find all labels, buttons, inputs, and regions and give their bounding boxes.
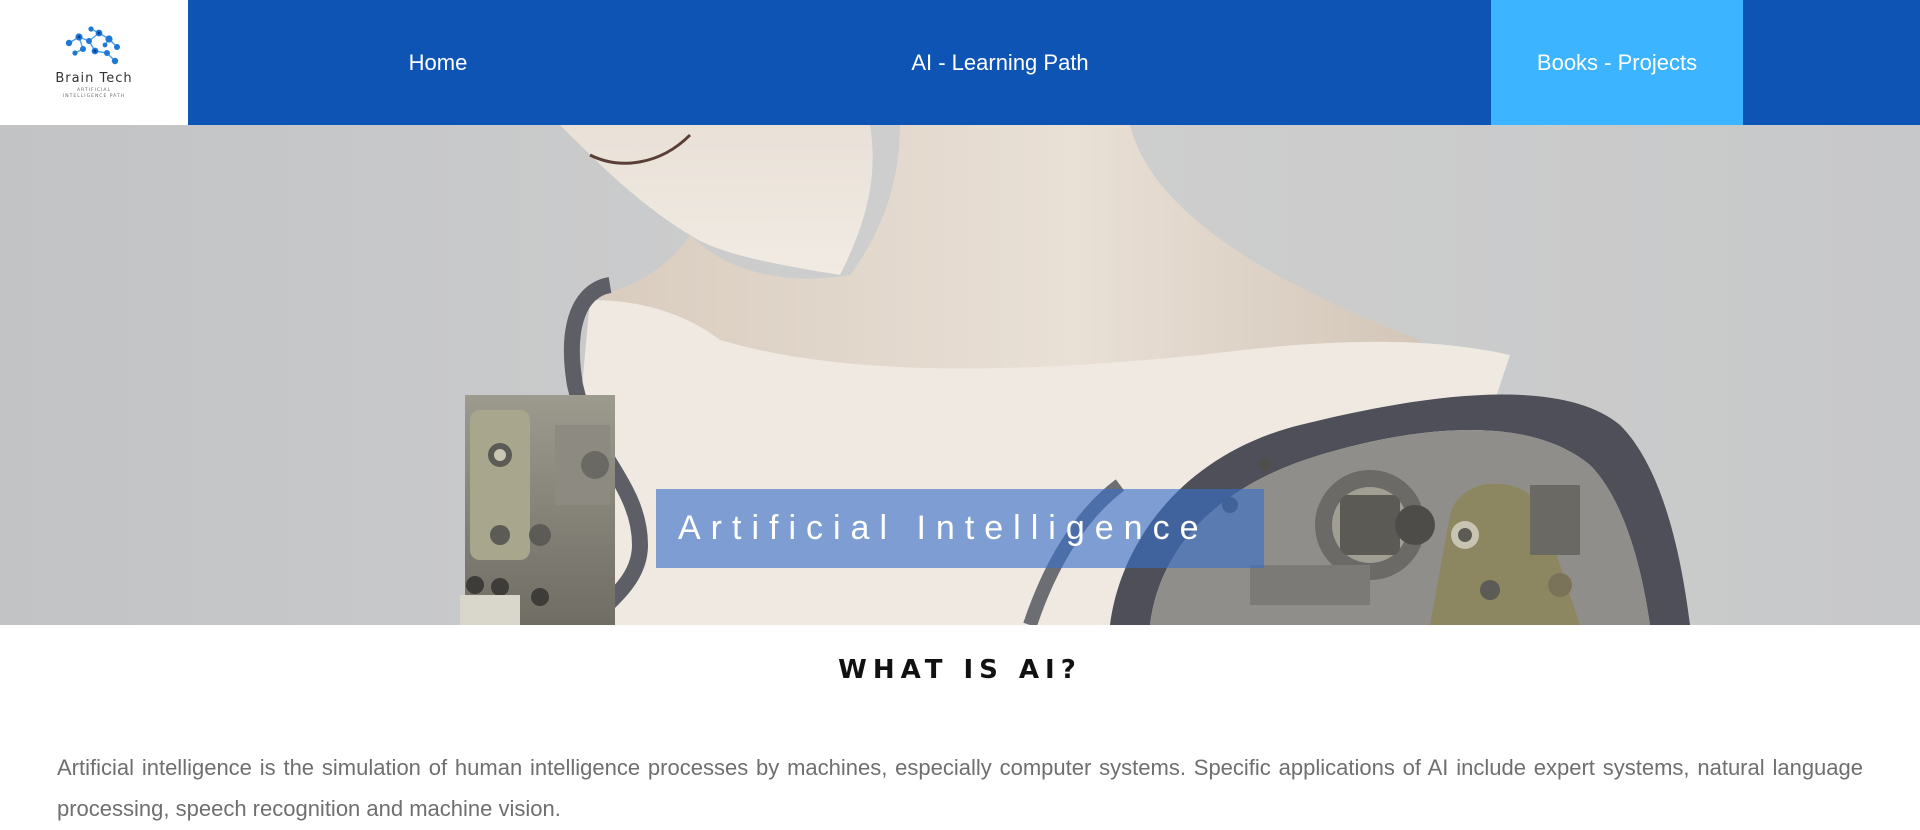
site-logo[interactable]: Brain Tech Artificial Intelligence Path [0, 0, 188, 125]
brain-network-icon [65, 26, 120, 65]
nav-ai-learning-path[interactable]: AI - Learning Path [750, 0, 1250, 125]
hero-title: Artificial Intelligence [656, 489, 1264, 568]
hero-banner: Artificial Intelligence [0, 125, 1920, 625]
site-header: Brain Tech Artificial Intelligence Path … [0, 0, 1920, 125]
section-body: Artificial intelligence is the simulatio… [57, 755, 1863, 821]
logo-tagline: Artificial Intelligence Path [62, 88, 126, 99]
section-title: WHAT IS AI? [838, 655, 1082, 685]
nav-books-projects[interactable]: Books - Projects [1491, 0, 1743, 125]
logo-name: Brain Tech [55, 71, 133, 86]
nav-home[interactable]: Home [188, 0, 688, 125]
